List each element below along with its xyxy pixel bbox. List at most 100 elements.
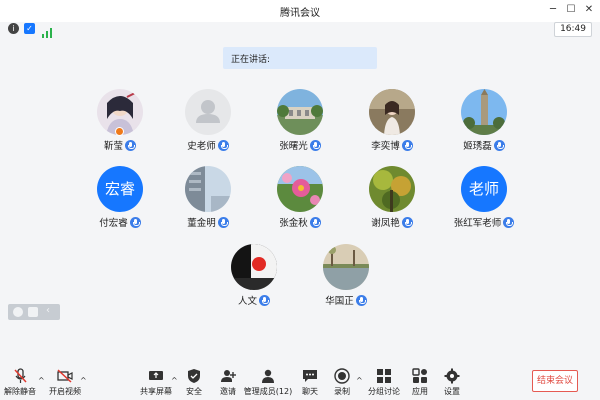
avatar xyxy=(185,89,231,135)
record-button[interactable]: 录制 xyxy=(328,368,356,398)
meeting-clock: 16:49 xyxy=(554,22,592,37)
participant-tile[interactable]: 谢凤艳 xyxy=(347,166,437,236)
avatar xyxy=(323,244,369,290)
mic-icon[interactable] xyxy=(401,217,413,228)
speaking-indicator: 正在讲话: xyxy=(223,47,377,69)
avatar xyxy=(369,89,415,135)
mic-icon[interactable] xyxy=(309,140,321,151)
unmute-button[interactable]: 解除静音 xyxy=(0,368,40,398)
participant-tile[interactable]: 华国正 xyxy=(301,244,391,314)
avatar xyxy=(369,166,415,212)
members-icon xyxy=(242,368,294,384)
chat-button[interactable]: 聊天 xyxy=(296,368,324,398)
participant-tile[interactable]: 张金秋 xyxy=(255,166,345,236)
apps-button[interactable]: 应用 xyxy=(406,368,434,398)
participant-tile[interactable]: 靳莹 xyxy=(75,89,165,159)
end-meeting-button[interactable]: 结束会议 xyxy=(532,370,578,392)
settings-button[interactable]: 设置 xyxy=(438,368,466,398)
chat-icon xyxy=(296,368,324,384)
participant-tile[interactable]: 史老师 xyxy=(163,89,253,159)
camera-off-icon xyxy=(45,368,85,384)
mic-icon[interactable] xyxy=(217,217,229,228)
share-screen-label: 共享屏幕 xyxy=(140,387,172,396)
mic-icon[interactable] xyxy=(259,295,270,306)
participant-tile[interactable]: 张曙光 xyxy=(255,89,345,159)
breakout-rooms-button[interactable]: 分组讨论 xyxy=(364,368,404,398)
avatar xyxy=(185,166,231,212)
mic-icon[interactable] xyxy=(129,217,141,228)
breakout-rooms-label: 分组讨论 xyxy=(368,387,400,396)
participant-name: 谢凤艳 xyxy=(371,218,400,229)
gear-icon xyxy=(438,368,466,384)
participant-tile[interactable]: 李奕博 xyxy=(347,89,437,159)
participant-tile[interactable]: 人文 xyxy=(209,244,299,314)
info-icon[interactable]: i xyxy=(8,23,19,34)
chevron-up-icon[interactable]: ^ xyxy=(80,376,87,385)
participant-tile[interactable]: 姬琇磊 xyxy=(439,89,529,159)
unmute-label: 解除静音 xyxy=(4,387,36,396)
emoji-icon[interactable] xyxy=(13,307,23,317)
mic-muted-icon xyxy=(0,368,40,384)
add-person-icon xyxy=(212,368,244,384)
avatar: 老师 xyxy=(461,166,507,212)
participant-name: 华国正 xyxy=(325,296,354,307)
mic-icon[interactable] xyxy=(493,140,505,151)
close-icon[interactable]: ✕ xyxy=(582,3,596,17)
mic-icon[interactable] xyxy=(125,140,136,151)
signal-icon[interactable] xyxy=(41,23,54,38)
floating-chat-bar[interactable]: ‹ xyxy=(8,304,60,320)
participant-name: 姬琇磊 xyxy=(463,141,492,152)
avatar xyxy=(277,89,323,135)
avatar xyxy=(231,244,277,290)
settings-label: 设置 xyxy=(444,387,460,396)
apps-label: 应用 xyxy=(412,387,428,396)
share-screen-icon xyxy=(136,368,176,384)
mic-icon[interactable] xyxy=(355,295,367,306)
chat-label: 聊天 xyxy=(302,387,318,396)
minimize-icon[interactable]: ─ xyxy=(546,3,560,17)
mic-icon[interactable] xyxy=(309,217,321,228)
manage-members-label: 管理成员(12) xyxy=(243,387,293,396)
mic-icon[interactable] xyxy=(217,140,229,151)
participant-tile[interactable]: 老师 张红军老师 xyxy=(439,166,529,236)
participant-name: 史老师 xyxy=(187,141,216,152)
share-screen-button[interactable]: 共享屏幕 xyxy=(136,368,176,398)
start-video-button[interactable]: 开启视频 xyxy=(45,368,85,398)
participant-name: 董金明 xyxy=(187,218,216,229)
avatar xyxy=(461,89,507,135)
chat-bubble-icon[interactable] xyxy=(28,307,38,317)
meeting-toolbar: 解除静音 ^ 开启视频 ^ 共享屏幕 ^ 安全 邀请 管理成员(12) 聊天 录… xyxy=(0,362,600,400)
start-video-label: 开启视频 xyxy=(49,387,81,396)
apps-grid-icon xyxy=(406,368,434,384)
speaking-label: 正在讲话: xyxy=(231,55,271,65)
participant-name: 靳莹 xyxy=(103,141,123,152)
mic-icon[interactable] xyxy=(401,140,413,151)
participant-name: 人文 xyxy=(237,296,257,307)
avatar xyxy=(277,166,323,212)
mic-icon[interactable] xyxy=(503,217,515,228)
collapse-icon[interactable]: ‹ xyxy=(46,305,50,316)
manage-members-button[interactable]: 管理成员(12) xyxy=(242,368,294,398)
title-bar: 腾讯会议 ─ ☐ ✕ xyxy=(0,0,600,22)
participant-name: 付宏睿 xyxy=(99,218,128,229)
participant-name: 张曙光 xyxy=(279,141,308,152)
chevron-up-icon[interactable]: ^ xyxy=(356,376,363,385)
maximize-icon[interactable]: ☐ xyxy=(564,3,578,17)
security-label: 安全 xyxy=(186,387,202,396)
chevron-up-icon[interactable]: ^ xyxy=(171,376,178,385)
avatar: 宏睿 xyxy=(97,166,143,212)
chevron-up-icon[interactable]: ^ xyxy=(38,376,45,385)
window-title: 腾讯会议 xyxy=(280,8,320,19)
record-icon xyxy=(328,368,356,384)
invite-button[interactable]: 邀请 xyxy=(212,368,244,398)
participant-name: 李奕博 xyxy=(371,141,400,152)
invite-label: 邀请 xyxy=(220,387,236,396)
participant-name: 张红军老师 xyxy=(453,218,502,229)
shield-icon[interactable]: ✓ xyxy=(24,23,35,34)
participant-name: 张金秋 xyxy=(279,218,308,229)
participant-tile[interactable]: 宏睿 付宏睿 xyxy=(75,166,165,236)
participant-tile[interactable]: 董金明 xyxy=(163,166,253,236)
host-badge xyxy=(115,127,124,136)
security-button[interactable]: 安全 xyxy=(178,368,210,398)
avatar-initials: 老师 xyxy=(468,180,499,198)
